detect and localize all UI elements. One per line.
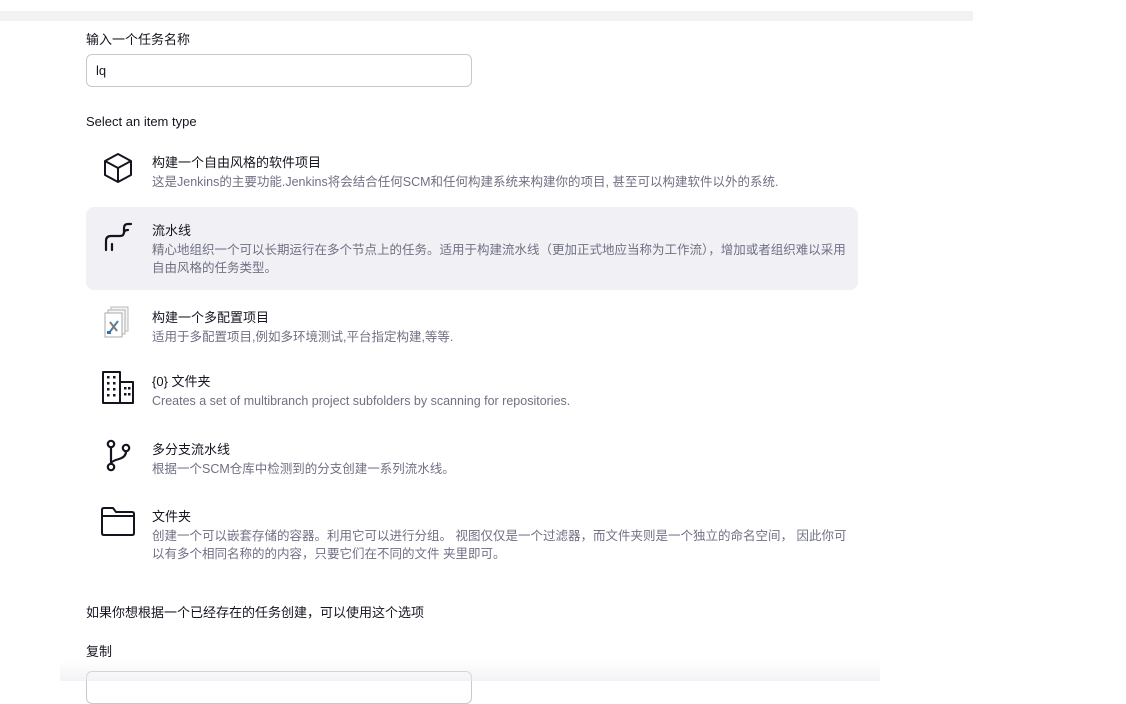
item-title: 流水线 bbox=[152, 223, 192, 238]
item-type-folder[interactable]: 文件夹 创建一个可以嵌套存储的容器。利用它可以进行分组。 视图仅仅是一个过滤器，… bbox=[86, 496, 858, 572]
item-description: 精心地组织一个可以长期运行在多个节点上的任务。适用于构建流水线（更加正式地应当称… bbox=[152, 243, 846, 275]
item-description: 根据一个SCM仓库中检测到的分支创建一系列流水线。 bbox=[152, 462, 455, 476]
item-description: 这是Jenkins的主要功能.Jenkins将会结合任何SCM和任何构建系统来构… bbox=[152, 175, 779, 189]
branch-icon bbox=[100, 437, 136, 473]
item-title: 构建一个多配置项目 bbox=[152, 310, 270, 325]
item-type-freestyle[interactable]: 构建一个自由风格的软件项目 这是Jenkins的主要功能.Jenkins将会结合… bbox=[86, 142, 858, 200]
top-bar bbox=[0, 11, 973, 21]
item-type-organization-folder[interactable]: {0} 文件夹 Creates a set of multibranch pro… bbox=[86, 361, 858, 419]
item-title: {0} 文件夹 bbox=[152, 374, 211, 389]
item-type-pipeline[interactable]: 流水线 精心地组织一个可以长期运行在多个节点上的任务。适用于构建流水线（更加正式… bbox=[86, 207, 858, 290]
item-type-multibranch-pipeline[interactable]: 多分支流水线 根据一个SCM仓库中检测到的分支创建一系列流水线。 bbox=[86, 429, 858, 487]
item-description: 创建一个可以嵌套存储的容器。利用它可以进行分组。 视图仅仅是一个过滤器，而文件夹… bbox=[152, 529, 847, 561]
item-title: 多分支流水线 bbox=[152, 442, 231, 457]
item-type-label: Select an item type bbox=[86, 114, 197, 129]
freestyle-cube-icon bbox=[100, 150, 136, 186]
item-description: 适用于多配置项目,例如多环境测试,平台指定构建,等等. bbox=[152, 330, 454, 344]
item-name-label: 输入一个任务名称 bbox=[86, 32, 191, 47]
item-title: 文件夹 bbox=[152, 509, 192, 524]
item-title: 构建一个自由风格的软件项目 bbox=[152, 155, 322, 170]
organization-folder-icon bbox=[100, 369, 136, 405]
item-type-multi-config[interactable]: 构建一个多配置项目 适用于多配置项目,例如多环境测试,平台指定构建,等等. bbox=[86, 297, 858, 355]
copy-from-label: 复制 bbox=[86, 644, 113, 659]
copy-from-input[interactable] bbox=[86, 671, 472, 704]
item-name-input[interactable] bbox=[86, 54, 472, 87]
copy-hint-text: 如果你想根据一个已经存在的任务创建，可以使用这个选项 bbox=[86, 605, 425, 620]
multi-config-icon bbox=[100, 305, 136, 341]
folder-icon bbox=[100, 504, 136, 540]
item-description: Creates a set of multibranch project sub… bbox=[152, 394, 571, 408]
pipeline-icon bbox=[100, 219, 136, 255]
